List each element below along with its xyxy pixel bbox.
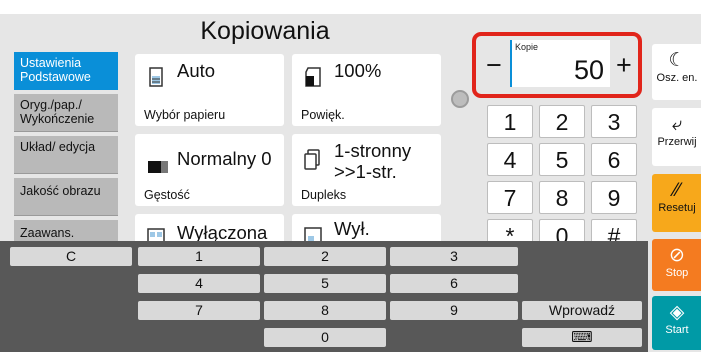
interrupt-icon: ⤶ (671, 114, 683, 135)
interrupt-button[interactable]: ⤶ Przerwij (652, 108, 701, 166)
density-value: Normalny 0 (177, 148, 272, 169)
copies-value: 50 (573, 55, 604, 85)
stop-button[interactable]: ⊘ Stop (652, 239, 701, 291)
density-card[interactable]: Normalny 0 Gęstość (135, 134, 284, 206)
numeric-key[interactable]: 6 (390, 274, 518, 293)
tab-layout-edit[interactable]: Układ/ edycja (14, 136, 118, 174)
increment-button[interactable]: + (616, 51, 632, 79)
numeric-key[interactable]: 7 (138, 301, 260, 320)
copies-label: Kopie (515, 42, 539, 52)
clear-key[interactable]: C (10, 247, 132, 266)
stamp-value: Wył. (334, 218, 370, 239)
page-title: Kopiowania (200, 17, 330, 45)
tab-basic-settings[interactable]: Ustawienia Podstawowe (14, 52, 118, 90)
numeric-key[interactable]: 4 (138, 274, 260, 293)
keyboard-icon[interactable]: ⌨ (522, 328, 642, 347)
keypad-key[interactable]: 1 (487, 105, 533, 138)
stop-icon: ⊘ (669, 245, 685, 266)
keypad-key[interactable]: 2 (539, 105, 585, 138)
keypad-key[interactable]: 5 (539, 143, 585, 176)
keypad-key[interactable]: 9 (591, 181, 637, 214)
zoom-card[interactable]: 100% Powięk. (292, 54, 441, 126)
keypad-key[interactable]: 8 (539, 181, 585, 214)
duplex-card[interactable]: 1-stronny >>1-str. Dupleks (292, 134, 441, 206)
reset-label: Resetuj (658, 202, 696, 214)
keypad-key[interactable]: 7 (487, 181, 533, 214)
enter-key[interactable]: Wprowadź (522, 301, 642, 320)
numeric-key[interactable]: 1 (138, 247, 260, 266)
copies-control: − Kopie 50 + (472, 32, 642, 98)
keypad-key[interactable]: 4 (487, 143, 533, 176)
copy-screen: Kopiowania Ustawienia Podstawowe Oryg./p… (0, 14, 701, 352)
keypad-key[interactable]: 6 (591, 143, 637, 176)
duplex-icon (304, 149, 320, 170)
energy-saver-label: Osz. en. (656, 72, 698, 84)
paper-icon (149, 67, 163, 87)
paper-caption: Wybór papieru (144, 108, 226, 122)
start-label: Start (665, 324, 689, 336)
paper-selection-card[interactable]: Auto Wybór papieru (135, 54, 284, 126)
reset-button[interactable]: ⁄⁄ Resetuj (652, 174, 701, 232)
moon-icon: ☾ (668, 50, 686, 71)
tab-original-paper[interactable]: Oryg./pap./ Wykończenie (14, 94, 118, 132)
keypad-key[interactable]: 3 (591, 105, 637, 138)
duplex-caption: Dupleks (301, 188, 347, 202)
numeric-key[interactable]: 0 (264, 328, 386, 347)
combine-value: Wyłączona (177, 222, 268, 243)
duplex-value: 1-stronny >>1-str. (334, 140, 412, 182)
numeric-keyboard: C 1 2 3 4 5 6 7 8 9 Wprowadź 0 ⌨ (0, 241, 648, 352)
density-caption: Gęstość (144, 188, 190, 202)
numeric-key[interactable]: 2 (264, 247, 386, 266)
density-icon (148, 161, 168, 173)
numeric-key[interactable]: 9 (390, 301, 518, 320)
energy-saver-button[interactable]: ☾ Osz. en. (652, 44, 701, 100)
zoom-caption: Powięk. (301, 108, 345, 122)
scroll-handle[interactable] (451, 90, 469, 108)
reset-icon: ⁄⁄ (673, 180, 681, 201)
interrupt-label: Przerwij (657, 136, 697, 148)
numeric-key[interactable]: 3 (390, 247, 518, 266)
decrement-button[interactable]: − (486, 51, 502, 79)
numeric-key[interactable]: 5 (264, 274, 386, 293)
paper-value: Auto (177, 60, 216, 81)
tab-image-quality[interactable]: Jakość obrazu (14, 178, 118, 216)
stop-label: Stop (665, 267, 689, 279)
numeric-key[interactable]: 8 (264, 301, 386, 320)
start-button[interactable]: ◈ Start (652, 296, 701, 350)
start-icon: ◈ (669, 302, 685, 323)
zoom-icon (305, 67, 321, 87)
zoom-value: 100% (334, 60, 382, 81)
copies-field[interactable]: Kopie 50 (510, 40, 610, 87)
